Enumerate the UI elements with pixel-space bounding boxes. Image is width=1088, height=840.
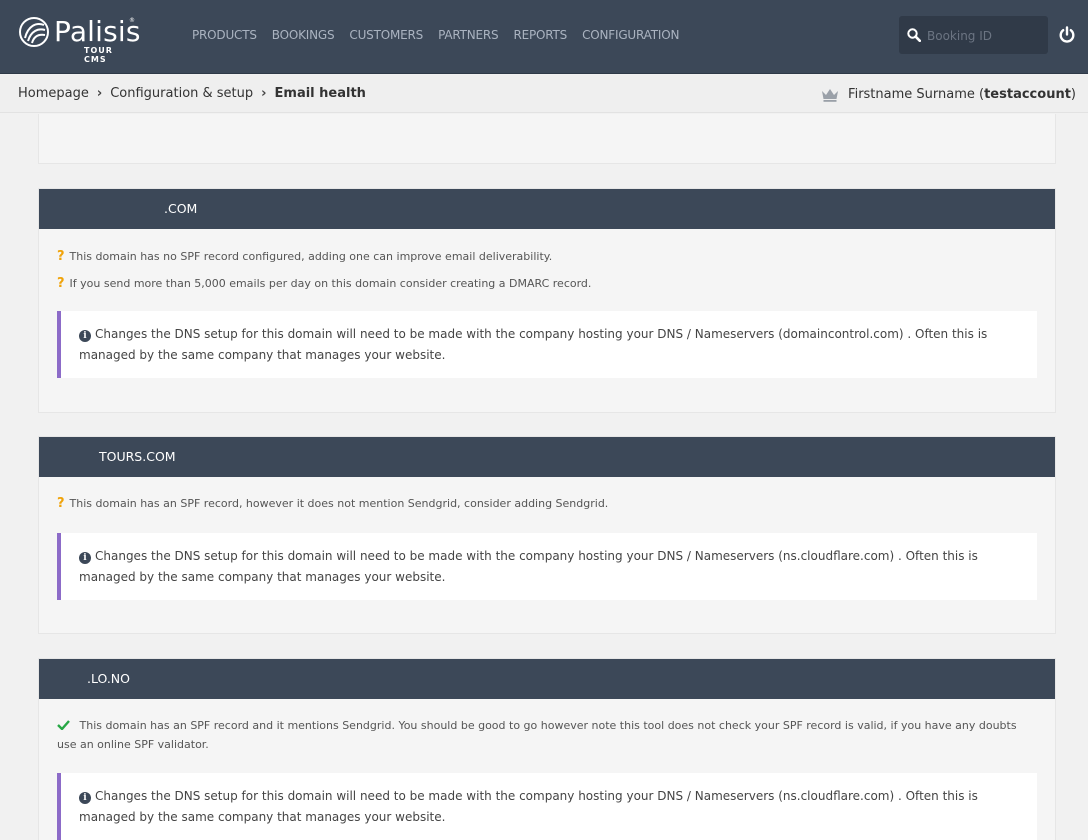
breadcrumb-home[interactable]: Homepage — [18, 86, 89, 101]
chevron-right-icon: › — [96, 86, 103, 101]
breadcrumb-current: Email health — [274, 86, 366, 101]
palisis-logo[interactable]: Palisis ® TOUR CMS — [18, 15, 141, 64]
nav-products[interactable]: PRODUCTS — [192, 28, 257, 42]
domain-panel-header: .LO.NO — [39, 659, 1055, 699]
domain-panel-header: TOURS.COM — [39, 437, 1055, 477]
domain-title: TOURS.COM — [99, 449, 176, 464]
dns-info-text: Changes the DNS setup for this domain wi… — [79, 789, 978, 824]
palisis-logo-icon — [19, 17, 49, 47]
power-icon[interactable] — [1058, 26, 1076, 44]
search-icon[interactable] — [907, 28, 921, 42]
domain-message: ? This domain has no SPF record configure… — [57, 247, 552, 266]
domain-message: ? This domain has an SPF record, however … — [57, 494, 608, 513]
dns-info-box: i Changes the DNS setup for this domain w… — [57, 773, 1037, 840]
message-text: If you send more than 5,000 emails per d… — [69, 277, 592, 290]
user-account[interactable]: Firstname Surname (testaccount) — [821, 87, 1076, 102]
info-icon: i — [79, 552, 91, 564]
chevron-right-icon: › — [261, 86, 267, 101]
logo-subtitle: TOUR CMS — [84, 46, 113, 64]
question-icon: ? — [57, 496, 65, 511]
dns-info-box: i Changes the DNS setup for this domain w… — [57, 533, 1037, 600]
checkmark-icon — [57, 719, 74, 732]
domain-title: .COM — [164, 201, 198, 216]
booking-search — [899, 16, 1048, 54]
booking-id-input[interactable] — [927, 26, 1042, 46]
question-icon: ? — [57, 276, 65, 291]
main-menu: PRODUCTS BOOKINGS CUSTOMERS PARTNERS REP… — [192, 28, 679, 42]
breadcrumb-bar: Homepage › Configuration & setup › Email… — [0, 75, 1088, 113]
domain-title: .LO.NO — [87, 671, 130, 686]
dns-info-text: Changes the DNS setup for this domain wi… — [79, 549, 978, 584]
domain-panel-header: .COM — [39, 189, 1055, 229]
info-icon: i — [79, 330, 91, 342]
email-health-content: .COM ? This domain has no SPF record conf… — [0, 114, 1088, 840]
domain-message: ? If you send more than 5,000 emails per … — [57, 274, 591, 293]
domain-panel: .LO.NO This domain has an SPF record and… — [38, 658, 1056, 840]
domain-panel: TOURS.COM ? This domain has an SPF record… — [38, 436, 1056, 634]
breadcrumb-configuration[interactable]: Configuration & setup — [110, 86, 253, 101]
domain-panel-partial — [38, 114, 1056, 164]
nav-bookings[interactable]: BOOKINGS — [272, 28, 335, 42]
message-text: This domain has an SPF record, however i… — [69, 497, 609, 510]
message-text: This domain has an SPF record and it men… — [57, 719, 1017, 751]
dns-info-box: i Changes the DNS setup for this domain w… — [57, 311, 1037, 378]
dns-info-text: Changes the DNS setup for this domain wi… — [79, 327, 988, 362]
nav-reports[interactable]: REPORTS — [513, 28, 567, 42]
user-name-prefix: Firstname Surname ( — [848, 87, 985, 102]
domain-panel: .COM ? This domain has no SPF record conf… — [38, 188, 1056, 413]
question-icon: ? — [57, 249, 65, 264]
top-navbar: Palisis ® TOUR CMS PRODUCTS BOOKINGS CUS… — [0, 0, 1088, 74]
nav-customers[interactable]: CUSTOMERS — [349, 28, 423, 42]
crown-icon — [822, 88, 839, 102]
user-name-suffix: ) — [1070, 87, 1076, 102]
domain-message: This domain has an SPF record and it men… — [57, 716, 1039, 754]
logo-wordmark: Palisis — [54, 15, 141, 48]
info-icon: i — [79, 792, 91, 804]
message-text: This domain has no SPF record configured… — [69, 250, 553, 263]
nav-configuration[interactable]: CONFIGURATION — [582, 28, 679, 42]
breadcrumb: Homepage › Configuration & setup › Email… — [18, 86, 366, 101]
user-account-name: testaccount — [984, 87, 1071, 102]
logo-registered-mark: ® — [129, 17, 135, 24]
nav-partners[interactable]: PARTNERS — [438, 28, 499, 42]
